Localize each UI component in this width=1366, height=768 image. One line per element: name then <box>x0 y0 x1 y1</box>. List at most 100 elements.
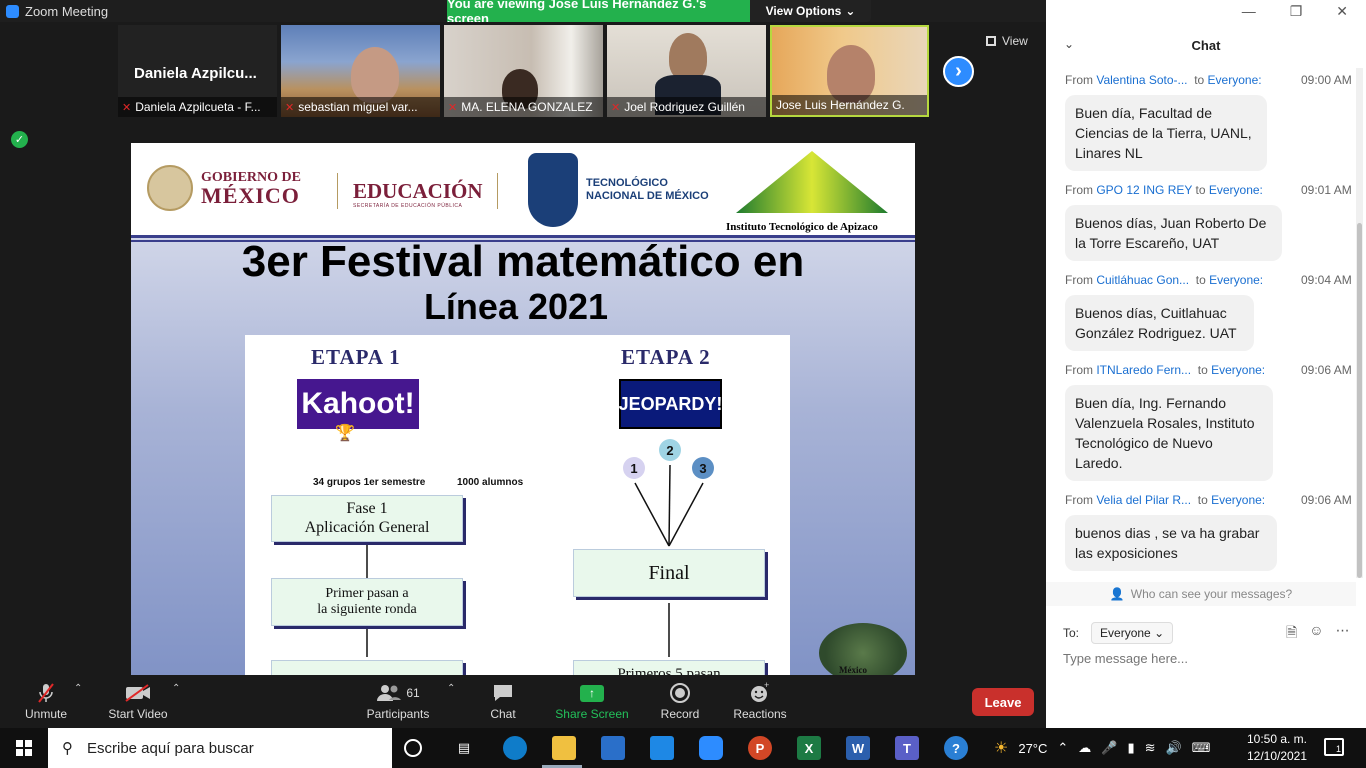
participant-tile[interactable]: ✕ Joel Rodriguez Guillén <box>607 25 766 117</box>
view-button[interactable]: View <box>986 30 1028 52</box>
recipient-name: Everyone: <box>1208 183 1263 197</box>
slide-subtitle: Línea 2021 <box>423 286 609 327</box>
next-page-button[interactable]: › <box>943 56 974 87</box>
message-time: 09:06 AM <box>1301 363 1352 377</box>
mic-muted-icon: ✕ <box>611 101 621 114</box>
recipient-name: Everyone: <box>1211 493 1266 507</box>
restore-icon[interactable]: ❐ <box>1290 3 1303 20</box>
view-options-button[interactable]: View Options ⌄ <box>750 0 871 22</box>
from-label: From <box>1065 73 1093 87</box>
to-label: to <box>1194 73 1205 87</box>
chat-button[interactable]: Chat <box>478 675 528 728</box>
slide-title: 3er Festival matemático en <box>241 237 805 286</box>
participants-options-caret[interactable]: ⌃ <box>447 683 455 694</box>
close-icon[interactable]: ✕ <box>1336 3 1348 20</box>
powerpoint-icon[interactable]: P <box>748 736 772 760</box>
reactions-button[interactable]: + Reactions <box>730 675 790 728</box>
sender-name[interactable]: Velia del Pilar R... <box>1096 493 1191 507</box>
share-screen-button[interactable]: ↑ Share Screen <box>552 675 632 728</box>
participant-name-bar: ✕ sebastian miguel var... <box>281 97 440 117</box>
participant-name: MA. ELENA GONZALEZ <box>461 100 593 114</box>
cloud-icon[interactable]: ☁ <box>1078 740 1091 756</box>
sender-name[interactable]: GPO 12 ING REY <box>1096 183 1192 197</box>
chat-icon <box>492 682 514 704</box>
taskbar-clock[interactable]: 10:50 a. m. 12/10/2021 <box>1242 731 1312 765</box>
zoom-icon[interactable] <box>699 736 723 760</box>
file-icon[interactable]: 🗎 <box>1286 622 1297 646</box>
message-time: 09:00 AM <box>1301 73 1352 87</box>
mic-muted-icon: ✕ <box>285 101 295 114</box>
recipient-name: Everyone: <box>1209 273 1264 287</box>
windows-logo-icon <box>16 740 32 756</box>
chat-scrollbar[interactable] <box>1356 68 1363 578</box>
notifications-icon[interactable]: 1 <box>1324 738 1344 756</box>
participants-icon: 61 <box>376 682 420 704</box>
start-video-label: Start Video <box>108 707 168 721</box>
chat-message: Buen día, Ing. Fernando Valenzuela Rosal… <box>1065 385 1273 481</box>
store-icon[interactable] <box>601 736 625 760</box>
mail-icon[interactable] <box>650 736 674 760</box>
to-prefix: To: <box>1063 626 1080 640</box>
recipient-select[interactable]: Everyone ⌄ <box>1091 622 1174 644</box>
sender-name[interactable]: ITNLaredo Fern... <box>1096 363 1191 377</box>
weather-icon[interactable]: ☀ <box>994 738 1008 758</box>
file-explorer-icon[interactable] <box>552 736 576 760</box>
teams-icon[interactable]: T <box>895 736 919 760</box>
participant-tile[interactable]: Daniela Azpilcu... ✕ Daniela Azpilcueta … <box>118 25 277 117</box>
participants-button[interactable]: 61 Participants <box>364 675 432 728</box>
who-can-see-link[interactable]: 👤 Who can see your messages? <box>1046 582 1356 606</box>
volume-icon[interactable]: 🔊 <box>1166 740 1182 756</box>
temperature[interactable]: 27°C <box>1018 741 1047 756</box>
battery-icon[interactable]: ▮ <box>1127 740 1134 756</box>
recipient-name: Everyone: <box>1207 73 1262 87</box>
taskbar-search[interactable]: ⚲ Escribe aquí para buscar <box>48 728 392 768</box>
video-off-icon <box>124 682 152 704</box>
from-label: From <box>1065 273 1093 287</box>
mic-muted-icon: ✕ <box>448 101 458 114</box>
cortana-icon[interactable] <box>404 739 422 757</box>
participant-name-bar: Jose Luis Hernández G. <box>772 95 927 115</box>
wifi-icon[interactable]: ≋ <box>1145 740 1156 756</box>
zoom-app-icon <box>6 4 19 18</box>
flow-diagram: ETAPA 1 ETAPA 2 Kahoot! 🏆 JEOPARDY! 1 2 … <box>245 335 790 675</box>
start-button[interactable] <box>0 728 48 768</box>
start-video-button[interactable]: Start Video <box>104 675 172 728</box>
task-view-icon[interactable]: ▤ <box>452 736 476 760</box>
security-shield-icon[interactable]: ✓ <box>11 131 28 148</box>
video-options-caret[interactable]: ⌃ <box>172 683 180 694</box>
participant-tile[interactable]: ✕ sebastian miguel var... <box>281 25 440 117</box>
share-screen-icon: ↑ <box>580 682 604 704</box>
keyboard-icon[interactable]: ⌨ <box>1192 740 1211 756</box>
word-icon[interactable]: W <box>846 736 870 760</box>
reactions-label: Reactions <box>733 707 787 721</box>
edge-icon[interactable] <box>503 736 527 760</box>
chat-message: buenos dias , se va ha grabar las exposi… <box>1065 515 1277 571</box>
minimize-icon[interactable]: — <box>1242 3 1256 19</box>
search-placeholder: Escribe aquí para buscar <box>87 739 254 757</box>
audio-options-caret[interactable]: ⌃ <box>74 683 82 694</box>
grid-view-icon <box>986 36 996 46</box>
sender-name[interactable]: Cuitláhuac Gon... <box>1096 273 1189 287</box>
chat-message-input[interactable] <box>1063 648 1353 668</box>
unmute-button[interactable]: Unmute <box>16 675 76 728</box>
record-label: Record <box>660 707 700 721</box>
scrollbar-thumb[interactable] <box>1357 223 1362 578</box>
emoji-icon[interactable]: ☺ <box>1309 622 1323 646</box>
chat-message-header: From Cuitláhuac Gon... to Everyone: <box>1065 273 1263 287</box>
excel-icon[interactable]: X <box>797 736 821 760</box>
tecnm-line1: TECNOLÓGICO <box>586 177 668 189</box>
chat-panel: — ❐ ✕ ⌄ Chat From Valentina Soto-... to … <box>1046 0 1366 728</box>
participant-tile[interactable]: ✕ MA. ELENA GONZALEZ <box>444 25 603 117</box>
microphone-icon[interactable]: 🎤 <box>1101 740 1117 756</box>
sender-name[interactable]: Valentina Soto-... <box>1096 73 1187 87</box>
participants-label: Participants <box>366 707 430 721</box>
divider <box>337 173 338 209</box>
participant-tile-active-speaker[interactable]: Jose Luis Hernández G. <box>770 25 929 117</box>
help-icon[interactable]: ? <box>944 736 968 760</box>
educacion-subtitle: SECRETARÍA DE EDUCACIÓN PÚBLICA <box>353 203 463 209</box>
more-icon[interactable]: ⋯ <box>1336 622 1350 646</box>
leave-button[interactable]: Leave <box>972 688 1034 716</box>
chevron-up-icon[interactable]: ⌃ <box>1057 740 1068 756</box>
record-button[interactable]: Record <box>655 675 705 728</box>
participant-name: Joel Rodriguez Guillén <box>624 100 745 114</box>
